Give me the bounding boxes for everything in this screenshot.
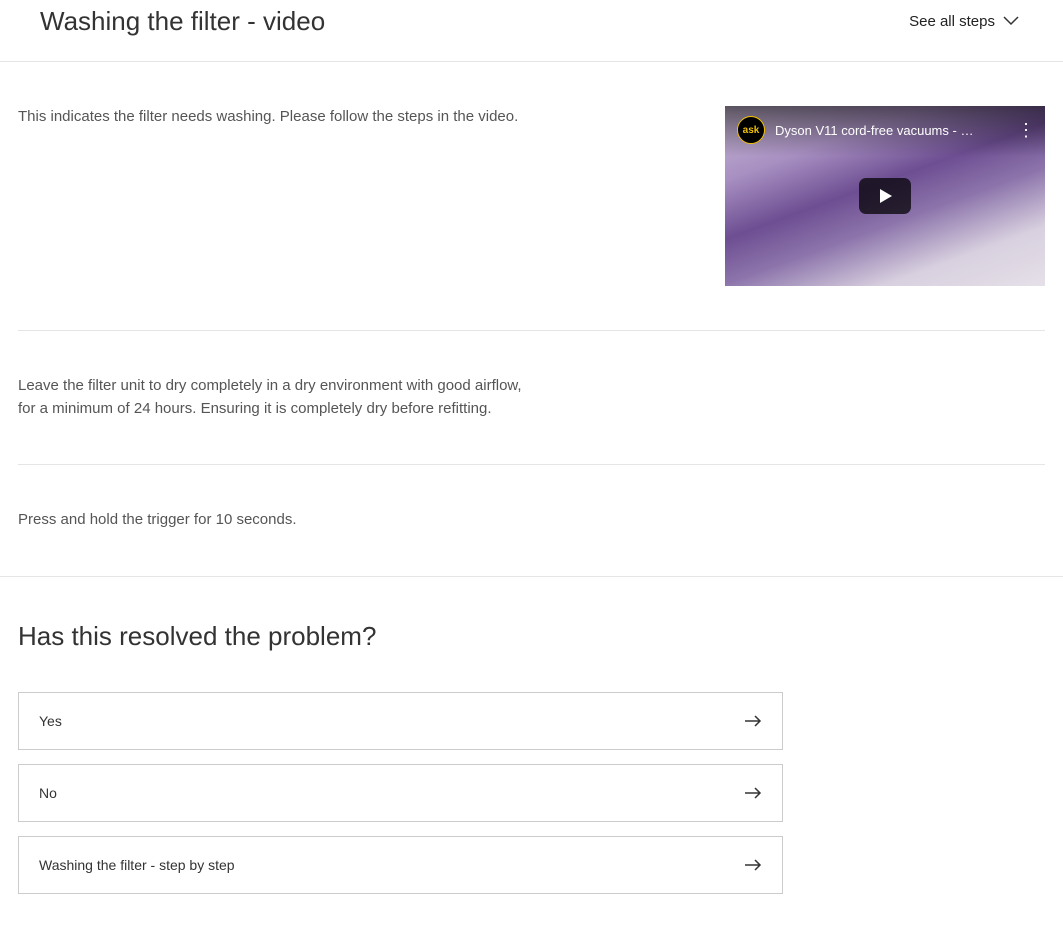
option-no[interactable]: No bbox=[18, 764, 783, 822]
arrow-right-icon bbox=[744, 715, 762, 727]
steps-content: This indicates the filter needs washing.… bbox=[0, 62, 1063, 576]
page-header: Washing the filter - video See all steps bbox=[0, 0, 1063, 62]
page-title: Washing the filter - video bbox=[40, 6, 325, 37]
arrow-right-icon bbox=[744, 787, 762, 799]
option-yes[interactable]: Yes bbox=[18, 692, 783, 750]
video-topbar: ask Dyson V11 cord-free vacuums - … ⋮ bbox=[737, 116, 1035, 144]
step-2-text: Leave the filter unit to dry completely … bbox=[18, 375, 538, 420]
video-title: Dyson V11 cord-free vacuums - … bbox=[775, 123, 1007, 138]
step-3-text: Press and hold the trigger for 10 second… bbox=[18, 509, 538, 532]
video-thumbnail[interactable]: ask Dyson V11 cord-free vacuums - … ⋮ bbox=[725, 106, 1045, 286]
play-button[interactable] bbox=[859, 178, 911, 214]
chevron-down-icon bbox=[1003, 13, 1019, 30]
option-step-by-step[interactable]: Washing the filter - step by step bbox=[18, 836, 783, 894]
option-label: Yes bbox=[39, 713, 62, 729]
step-block-2: Leave the filter unit to dry completely … bbox=[18, 331, 1045, 465]
step-block-1: This indicates the filter needs washing.… bbox=[18, 62, 1045, 331]
more-icon[interactable]: ⋮ bbox=[1017, 121, 1035, 139]
see-all-steps-toggle[interactable]: See all steps bbox=[909, 13, 1019, 30]
see-all-label: See all steps bbox=[909, 13, 995, 30]
channel-avatar: ask bbox=[737, 116, 765, 144]
arrow-right-icon bbox=[744, 859, 762, 871]
step-block-3: Press and hold the trigger for 10 second… bbox=[18, 465, 1045, 576]
option-label: No bbox=[39, 785, 57, 801]
step-1-text: This indicates the filter needs washing.… bbox=[18, 106, 538, 286]
play-icon bbox=[876, 187, 894, 205]
resolution-section: Has this resolved the problem? Yes No Wa… bbox=[0, 576, 1063, 944]
option-label: Washing the filter - step by step bbox=[39, 857, 235, 873]
resolution-heading: Has this resolved the problem? bbox=[18, 621, 1045, 652]
